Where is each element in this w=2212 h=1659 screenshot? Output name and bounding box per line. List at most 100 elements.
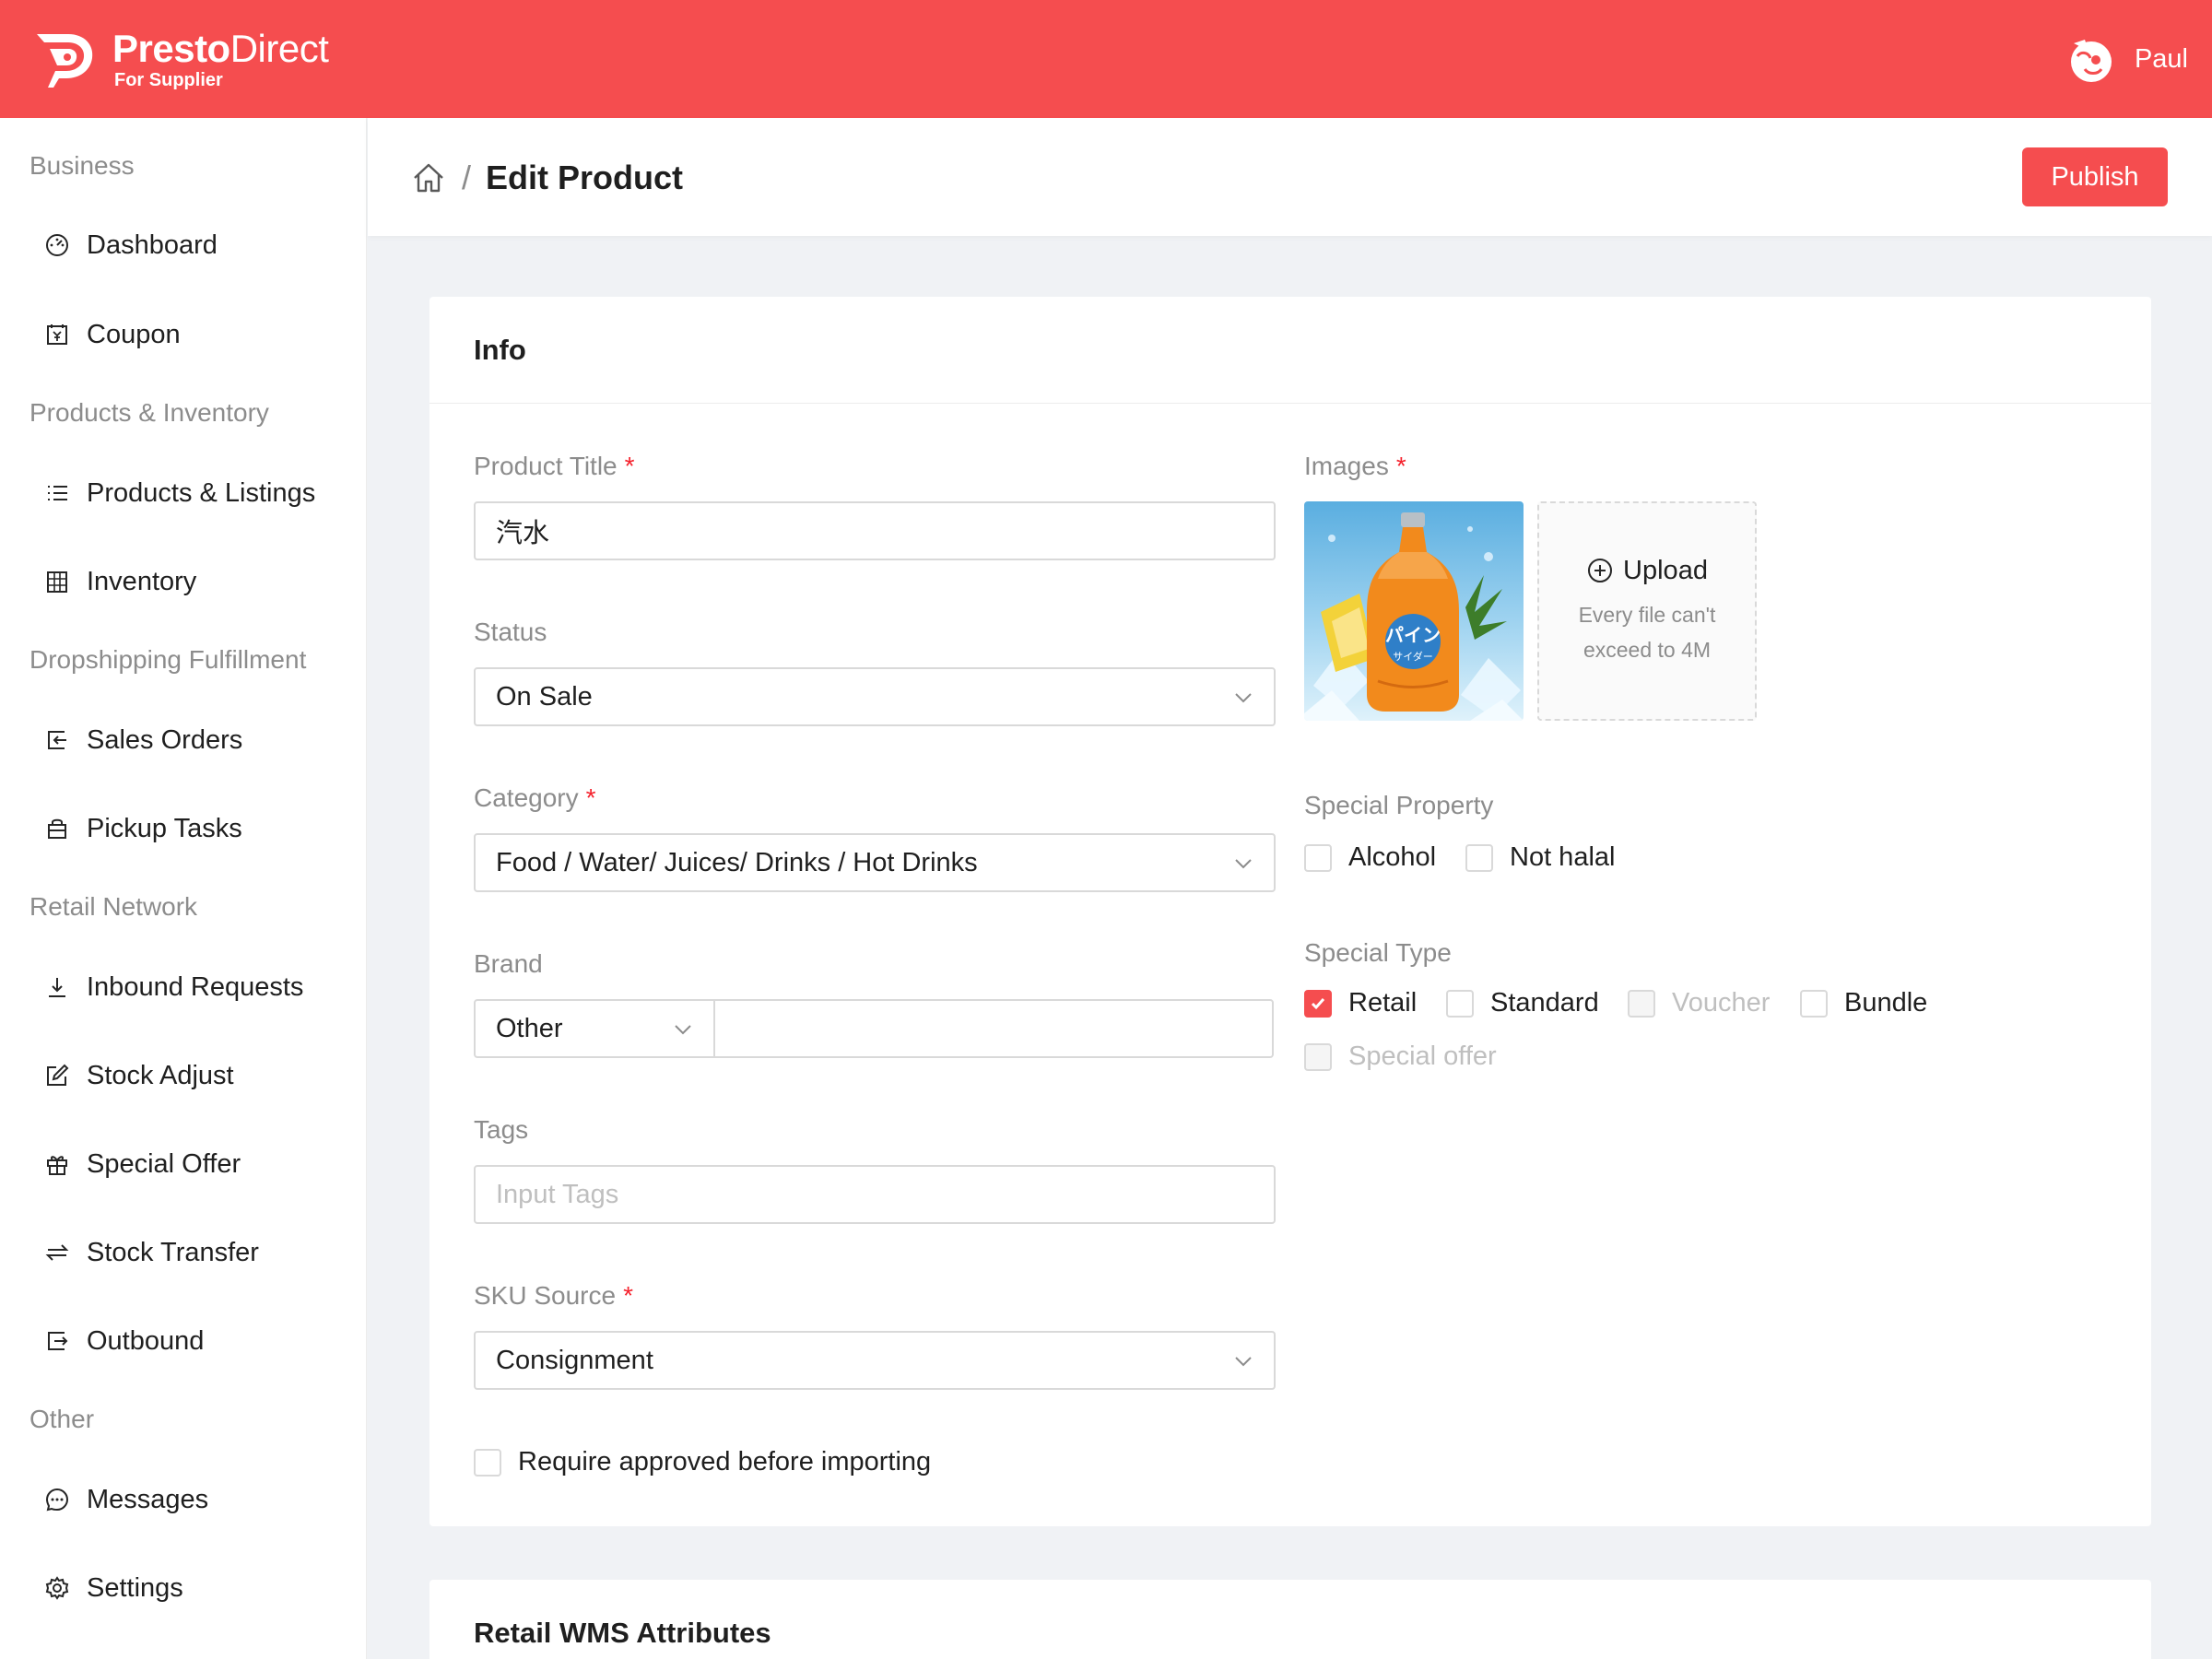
sku-source-select[interactable]: Consignment (474, 1331, 1276, 1390)
info-card-header: Info (429, 297, 2151, 404)
special-offer-checkbox: Special offer (1304, 1041, 1497, 1072)
sidebar-item-inbound-requests[interactable]: Inbound Requests (0, 955, 367, 1019)
checkbox-label: Not halal (1510, 842, 1616, 872)
export-icon (42, 1326, 72, 1356)
bottle-sub-label: サイダー (1393, 650, 1433, 663)
sidebar-item-coupon[interactable]: Coupon (0, 302, 367, 367)
sidebar-item-label: Outbound (87, 1325, 205, 1356)
not-halal-checkbox[interactable]: Not halal (1465, 842, 1615, 873)
checkbox-label: Standard (1490, 988, 1599, 1018)
swap-icon (42, 1238, 72, 1267)
tags-input[interactable]: Input Tags (474, 1165, 1276, 1224)
sidebar-item-sales-orders[interactable]: Sales Orders (0, 708, 367, 772)
inventory-icon (42, 567, 72, 596)
category-select[interactable]: Food / Water/ Juices/ Drinks / Hot Drink… (474, 833, 1276, 892)
sidebar-item-label: Stock Adjust (87, 1060, 234, 1090)
brand-input[interactable] (713, 999, 1274, 1058)
list-icon (42, 478, 72, 508)
avatar (2070, 40, 2112, 82)
download-icon (42, 972, 72, 1002)
checkbox-label: Require approved before importing (518, 1447, 932, 1477)
product-image-thumbnail[interactable]: パイン サイダー (1304, 501, 1524, 721)
checkbox-box (474, 1448, 501, 1477)
required-mark: * (624, 452, 635, 480)
required-mark: * (585, 783, 596, 812)
sidebar-item-outbound[interactable]: Outbound (0, 1309, 367, 1373)
user-name: Paul (2134, 43, 2188, 74)
sidebar-item-label: Dashboard (87, 229, 218, 260)
product-title-label: Product Title * (474, 452, 635, 480)
chevron-down-icon (1235, 1357, 1252, 1367)
checkbox-label: Alcohol (1348, 842, 1437, 872)
sidebar-group-business: Business (29, 151, 135, 180)
sidebar-item-label: Settings (87, 1572, 183, 1603)
product-title-input[interactable]: 汽水 (474, 501, 1276, 560)
checkbox-label: Retail (1348, 988, 1418, 1018)
sidebar-item-special-offer[interactable]: Special Offer (0, 1132, 367, 1196)
checkbox-box (1465, 843, 1493, 872)
sidebar-item-stock-adjust[interactable]: Stock Adjust (0, 1043, 367, 1108)
sidebar-item-label: Sales Orders (87, 724, 243, 755)
retail-checkbox[interactable]: Retail (1304, 988, 1417, 1018)
retail-wms-card-header: Retail WMS Attributes (429, 1580, 2151, 1659)
sidebar-item-label: Pickup Tasks (87, 813, 242, 843)
status-label: Status (474, 618, 547, 646)
brand-name-light: Direct (229, 26, 329, 70)
checkbox-box (1628, 989, 1655, 1018)
required-mark: * (1395, 452, 1406, 480)
images-label: Images * (1304, 452, 1406, 480)
sidebar-item-label: Inventory (87, 566, 197, 596)
checkbox-box (1446, 989, 1474, 1018)
brand-name-bold: Presto (112, 26, 230, 70)
sidebar: Business Dashboard Coupon Products & Inv… (0, 118, 367, 1659)
brand-select[interactable]: Other (474, 999, 715, 1058)
alcohol-checkbox[interactable]: Alcohol (1304, 842, 1436, 873)
checkbox-box (1304, 843, 1332, 872)
upload-button[interactable]: Upload Every file can't exceed to 4M (1537, 501, 1757, 721)
settings-icon (42, 1573, 72, 1603)
upload-hint: Every file can't exceed to 4M (1578, 602, 1716, 662)
sidebar-item-label: Inbound Requests (87, 971, 304, 1002)
bundle-checkbox[interactable]: Bundle (1800, 988, 1927, 1018)
pickup-icon (42, 814, 72, 843)
gift-icon (42, 1149, 72, 1179)
checkbox-label: Special offer (1348, 1041, 1497, 1071)
sidebar-group-other: Other (29, 1405, 95, 1433)
plus-circle-icon (1588, 559, 1613, 582)
upload-label: Upload (1623, 555, 1708, 585)
sidebar-item-label: Special Offer (87, 1148, 241, 1179)
retail-wms-card-title: Retail WMS Attributes (474, 1616, 771, 1649)
checkbox-box-checked (1304, 989, 1332, 1018)
sidebar-item-stock-transfer[interactable]: Stock Transfer (0, 1220, 367, 1285)
chevron-down-icon (1235, 693, 1252, 703)
brand-logo[interactable]: PrestoDirect For Supplier (31, 26, 329, 91)
info-card: Info Product Title * 汽水 Status On Sale Ca… (429, 297, 2151, 1526)
checkbox-box (1800, 989, 1828, 1018)
category-label: Category * (474, 783, 596, 812)
special-type-label: Special Type (1304, 938, 1452, 967)
status-select[interactable]: On Sale (474, 667, 1276, 726)
sidebar-item-label: Messages (87, 1484, 209, 1514)
home-icon[interactable] (410, 159, 447, 196)
sidebar-group-products-inventory: Products & Inventory (29, 398, 269, 427)
checkbox-box (1304, 1042, 1332, 1071)
standard-checkbox[interactable]: Standard (1446, 988, 1599, 1018)
chevron-down-icon (1235, 859, 1252, 869)
user-menu[interactable]: Paul (2065, 32, 2188, 86)
sidebar-item-pickup-tasks[interactable]: Pickup Tasks (0, 796, 367, 861)
sidebar-item-messages[interactable]: Messages (0, 1467, 367, 1532)
bottle-label: パイン (1385, 624, 1441, 646)
sidebar-item-dashboard[interactable]: Dashboard (0, 213, 367, 277)
sku-source-label: SKU Source * (474, 1281, 633, 1310)
sidebar-item-settings[interactable]: Settings (0, 1556, 367, 1620)
checkbox-label: Voucher (1672, 988, 1771, 1018)
sidebar-group-retail-network: Retail Network (29, 892, 198, 921)
sales-orders-icon (42, 725, 72, 755)
sidebar-item-label: Products & Listings (87, 477, 316, 508)
require-approved-checkbox[interactable]: Require approved before importing (474, 1447, 931, 1477)
info-card-title: Info (474, 333, 526, 366)
sidebar-item-inventory[interactable]: Inventory (0, 549, 367, 614)
page-header: / Edit Product Publish (368, 118, 2212, 236)
publish-button[interactable]: Publish (2022, 147, 2168, 206)
sidebar-item-products-listings[interactable]: Products & Listings (0, 461, 367, 525)
